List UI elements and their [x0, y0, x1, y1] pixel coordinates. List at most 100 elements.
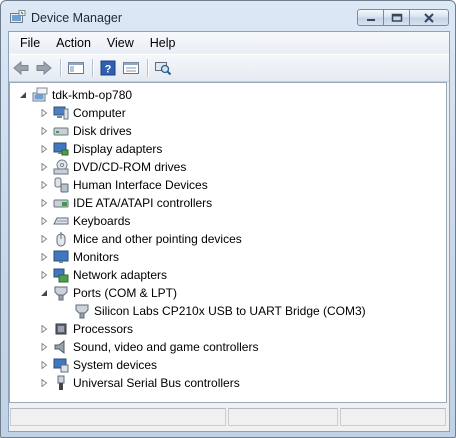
menu-action[interactable]: Action — [49, 34, 98, 52]
tree-item-keyboards[interactable]: Keyboards — [39, 212, 130, 230]
menu-help[interactable]: Help — [143, 34, 183, 52]
scan-hardware-icon — [155, 62, 172, 76]
tree-item-mice[interactable]: Mice and other pointing devices — [39, 230, 242, 248]
tree-item-sound-video-game[interactable]: Sound, video and game controllers — [39, 338, 258, 356]
expand-triangle-icon[interactable] — [39, 127, 48, 136]
expand-triangle-icon[interactable] — [39, 163, 48, 172]
expand-triangle-icon[interactable] — [39, 181, 48, 190]
tree-item-label: Sound, video and game controllers — [73, 340, 259, 354]
window-controls — [357, 9, 449, 26]
tree-item-label: System devices — [73, 358, 158, 372]
expand-triangle-icon[interactable] — [39, 199, 48, 208]
display-adapter-icon — [53, 141, 69, 157]
forward-button[interactable] — [34, 58, 54, 78]
system-devices-icon — [53, 357, 69, 373]
tree-item-monitors[interactable]: Monitors — [39, 248, 119, 266]
tree-item-label: Display adapters — [73, 142, 163, 156]
title-bar[interactable]: Device Manager — [1, 1, 455, 31]
tree-item-label: Keyboards — [73, 214, 131, 228]
port-icon — [53, 285, 69, 301]
scan-hardware-changes-button[interactable] — [153, 58, 173, 78]
help-icon: ? — [100, 60, 116, 76]
tree-item-silicon-labs-cp210x[interactable]: Silicon Labs CP210x USB to UART Bridge (… — [60, 302, 366, 320]
computer-icon — [53, 105, 69, 121]
client-area: File Action View Help ? tdk-kmb-op780 Co… — [8, 31, 450, 432]
tree-item-label: DVD/CD-ROM drives — [73, 160, 187, 174]
disk-drive-icon — [53, 123, 69, 139]
toolbar: ? — [9, 54, 449, 82]
dvd-drive-icon — [53, 159, 69, 175]
status-bar — [9, 406, 449, 428]
tree-item-label: Human Interface Devices — [73, 178, 208, 192]
status-pane-1 — [10, 408, 226, 426]
device-tree[interactable]: tdk-kmb-op780 Computer Disk drives Displ… — [9, 82, 447, 403]
expand-triangle-icon[interactable] — [39, 325, 48, 334]
tree-item-label: Processors — [73, 322, 134, 336]
tree-item-ports[interactable]: Ports (COM & LPT) — [39, 284, 177, 302]
window-title: Device Manager — [31, 11, 123, 25]
minimize-icon — [366, 18, 375, 21]
menu-view[interactable]: View — [100, 34, 141, 52]
minimize-button[interactable] — [357, 9, 383, 26]
expand-triangle-icon[interactable] — [39, 145, 48, 154]
expand-triangle-icon[interactable] — [39, 217, 48, 226]
expand-triangle-icon[interactable] — [39, 343, 48, 352]
tree-item-label: Computer — [73, 106, 126, 120]
tree-item-label: Network adapters — [73, 268, 168, 282]
usb-icon — [53, 375, 69, 391]
tree-item-human-interface-devices[interactable]: Human Interface Devices — [39, 176, 208, 194]
expand-triangle-icon[interactable] — [39, 109, 48, 118]
tree-item-system-devices[interactable]: System devices — [39, 356, 157, 374]
console-tree-icon — [68, 62, 84, 74]
status-pane-2 — [228, 408, 338, 426]
expand-triangle-icon[interactable] — [39, 271, 48, 280]
mouse-icon — [53, 231, 69, 247]
collapse-triangle-icon[interactable] — [18, 91, 27, 100]
toolbar-separator — [147, 59, 148, 77]
maximize-icon — [391, 13, 402, 22]
properties-button[interactable] — [121, 58, 141, 78]
tree-item-processors[interactable]: Processors — [39, 320, 133, 338]
tree-item-computer[interactable]: Computer — [39, 104, 126, 122]
svg-text:?: ? — [105, 64, 112, 76]
expand-triangle-icon[interactable] — [39, 235, 48, 244]
tree-root[interactable]: tdk-kmb-op780 — [18, 86, 132, 104]
close-button[interactable] — [409, 9, 449, 26]
show-hide-console-tree-button[interactable] — [66, 58, 86, 78]
processor-icon — [53, 321, 69, 337]
tree-item-ide-ata-atapi-controllers[interactable]: IDE ATA/ATAPI controllers — [39, 194, 212, 212]
expand-triangle-icon[interactable] — [39, 253, 48, 262]
tree-item-display-adapters[interactable]: Display adapters — [39, 140, 162, 158]
tree-item-disk-drives[interactable]: Disk drives — [39, 122, 132, 140]
toolbar-separator — [92, 59, 93, 77]
tree-item-dvd-cd-rom-drives[interactable]: DVD/CD-ROM drives — [39, 158, 186, 176]
tree-item-label: Universal Serial Bus controllers — [73, 376, 240, 390]
computer-root-icon — [32, 87, 48, 103]
tree-root-label: tdk-kmb-op780 — [52, 88, 133, 102]
tree-item-network-adapters[interactable]: Network adapters — [39, 266, 167, 284]
port-icon — [74, 303, 90, 319]
device-manager-app-icon — [10, 10, 26, 23]
expand-triangle-icon[interactable] — [39, 361, 48, 370]
expand-triangle-icon[interactable] — [39, 379, 48, 388]
tree-item-label: Silicon Labs CP210x USB to UART Bridge (… — [94, 304, 366, 318]
menu-file[interactable]: File — [13, 34, 47, 52]
tree-item-label: IDE ATA/ATAPI controllers — [73, 196, 213, 210]
device-manager-window: Device Manager File Action View Help ? t… — [0, 0, 456, 438]
keyboard-icon — [53, 213, 69, 229]
tree-item-label: Monitors — [73, 250, 120, 264]
ide-controller-icon — [53, 195, 69, 211]
toolbar-separator — [60, 59, 61, 77]
tree-item-label: Mice and other pointing devices — [73, 232, 242, 246]
properties-icon — [123, 62, 139, 74]
maximize-button[interactable] — [383, 9, 409, 26]
collapse-triangle-icon[interactable] — [39, 289, 48, 298]
back-arrow-icon — [13, 60, 29, 76]
hid-icon — [53, 177, 69, 193]
close-icon — [424, 12, 434, 23]
back-button[interactable] — [11, 58, 31, 78]
network-adapter-icon — [53, 267, 69, 283]
tree-item-usb-controllers[interactable]: Universal Serial Bus controllers — [39, 374, 240, 392]
help-button[interactable]: ? — [98, 58, 118, 78]
